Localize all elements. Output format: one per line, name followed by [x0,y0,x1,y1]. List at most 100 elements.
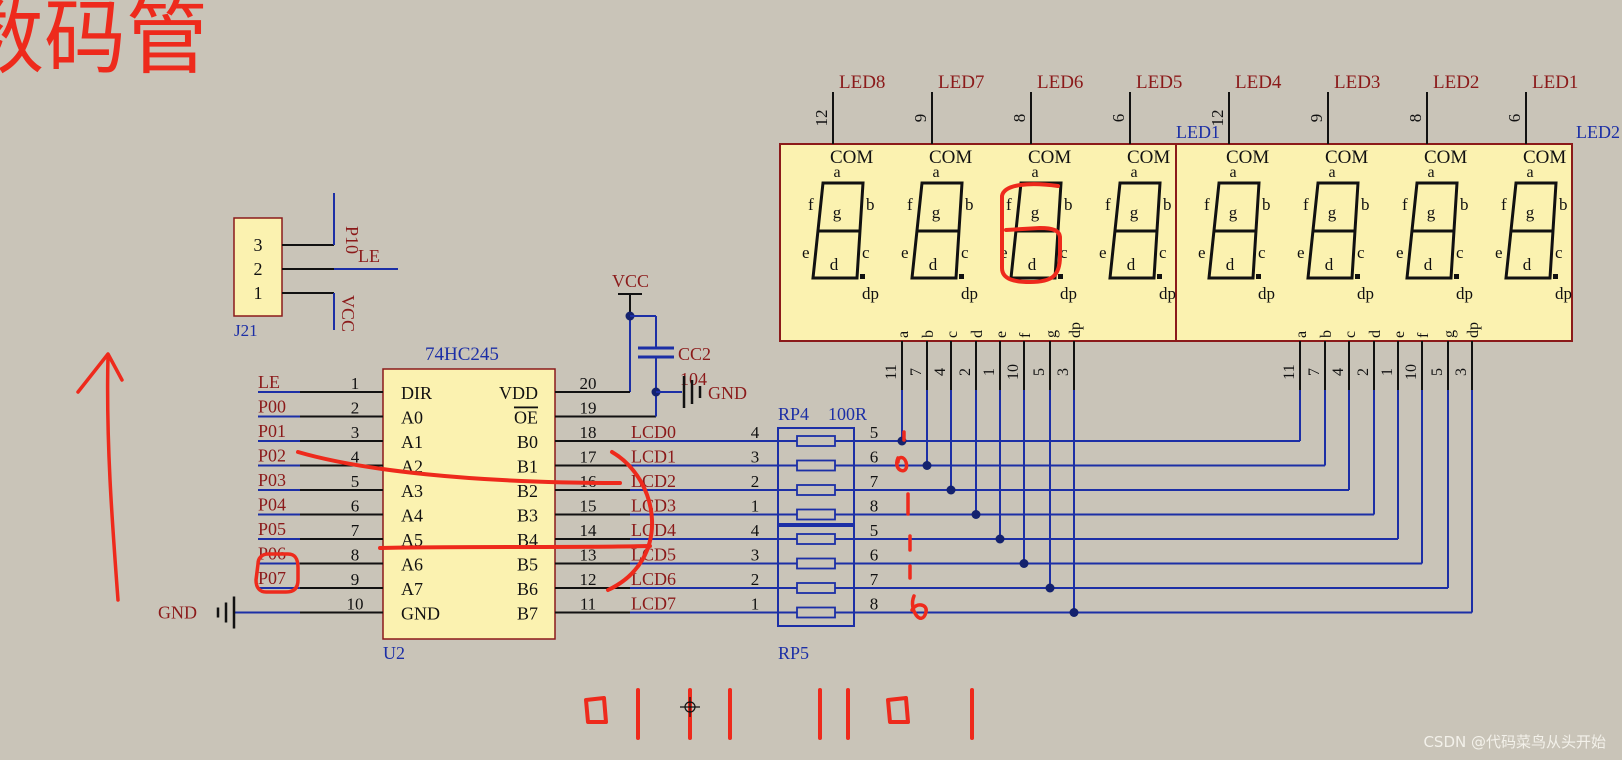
annotation-arrow-head [76,352,124,394]
dp-dot [1256,274,1261,279]
annotation-bit-zero [584,696,608,724]
rp4-value: 100R [828,404,867,424]
segment-label-dp: dp [862,284,879,303]
segment-label-c: c [862,243,870,262]
led-net-label: LED6 [1037,72,1083,93]
segment-label-c: c [1555,243,1563,262]
segment-label-a: a [1130,164,1137,181]
segment-junction [1019,559,1029,568]
lcd-net-label: LCD1 [631,447,676,467]
segment-pin-label: a [1293,331,1310,338]
segment-pin-number: 5 [1429,368,1446,376]
resistor-element [796,582,836,594]
segment-pin-number: 4 [932,368,949,376]
rp-right-pin-number: 6 [870,448,879,467]
u2-right-pin-name: B5 [517,555,538,575]
rp-left-pin-number: 1 [751,595,760,614]
segment-pin-label: b [1318,330,1335,338]
segment-label-dp: dp [1555,284,1572,303]
u2-right-pin-number: 14 [580,521,598,540]
segment-label-f: f [907,195,913,214]
annotation-mark [910,594,928,620]
segment-pin-number: 10 [1403,364,1420,380]
segment-label-b: b [1262,195,1271,214]
segment-label-dp: dp [961,284,978,303]
j21-net-vcc: VCC [338,295,358,332]
lcd-net-label: LCD7 [631,594,676,614]
segment-label-c: c [961,243,969,262]
segment-label-e: e [1396,243,1404,262]
segment-label-b: b [1361,195,1370,214]
gnd-label-u2: GND [158,603,197,623]
rp-right-pin-number: 7 [870,472,879,491]
segment-label-b: b [1163,195,1172,214]
u2-left-pin-name: A7 [401,579,423,599]
led-net-label: LED8 [839,72,885,93]
segment-label-e: e [1495,243,1503,262]
watermark: CSDN @代码菜鸟从头开始 [1423,733,1606,751]
u2-left-pin-number: 9 [351,570,360,589]
rp-left-pin-number: 4 [751,423,760,442]
segment-label-c: c [1357,243,1365,262]
segment-pin-number: 2 [1355,368,1372,376]
segment-label-c: c [1159,243,1167,262]
com-pin-number: 8 [1406,114,1425,123]
com-pin-number: 8 [1010,114,1029,123]
segment-label-g: g [1229,203,1238,222]
u2-left-net-label: P04 [258,495,286,515]
u2-left-net-label: P07 [258,568,286,588]
u2-left-pin-name: A1 [401,432,423,452]
u2-right-pin-number: 17 [580,448,598,467]
j21-net-le: LE [358,246,380,266]
segment-pin-number: 3 [1453,368,1470,376]
u2-left-pin-number: 8 [351,546,360,565]
segment-pin-label: a [895,331,912,338]
segment-pin-label: g [1441,330,1458,338]
u2-left-pin-name: A0 [401,408,423,428]
resistor-element [796,508,836,521]
led-net-label: LED7 [938,72,984,93]
segment-pin-number: 4 [1330,368,1347,376]
resistor-element [796,484,836,496]
segment-label-a: a [1427,164,1434,181]
segment-label-b: b [1559,195,1568,214]
dp-dot [959,274,964,279]
rp-left-pin-number: 3 [751,448,760,467]
u2-left-pin-name: DIR [401,383,432,403]
u2-right-pin-number: 11 [580,595,596,614]
segment-pin-label: dp [1067,322,1084,338]
segment-pin-label: f [1017,332,1034,338]
segment-label-a: a [932,164,939,181]
schematic-svg: 数码管321P10LEVCCJ2174HC245U2LE 1 DIRP00 2 A0P0… [0,0,1620,740]
u2-right-pin-name: B1 [517,457,538,477]
resistor-element [796,533,836,545]
j21-pin-number: 1 [254,283,263,303]
cap-ref: CC2 [678,344,711,364]
segment-label-dp: dp [1258,284,1275,303]
segment-pin-number: 7 [1306,368,1323,376]
segment-label-e: e [901,243,909,262]
segment-label-dp: dp [1159,284,1176,303]
u2-left-pin-number: 1 [351,374,360,393]
segment-junction [995,534,1005,544]
led-net-label: LED1 [1532,72,1578,93]
segment-label-d: d [1325,255,1334,274]
vcc-label: VCC [612,271,649,291]
u2-left-pin-name: A3 [401,481,423,501]
segment-pin-number: 3 [1055,368,1072,376]
rp5-body [777,525,855,627]
segment-label-d: d [830,255,839,274]
segment-pin-number: 1 [1379,368,1396,376]
com-pin-number: 9 [1307,114,1326,123]
segment-junction [971,510,981,519]
segment-label-e: e [802,243,810,262]
segment-label-b: b [965,195,974,214]
segment-pin-label: d [969,330,986,338]
u2-ref: U2 [383,643,405,663]
u2-left-pin-name: A4 [401,506,423,526]
u2-left-net-label: P01 [258,421,286,441]
segment-pin-label: c [1342,331,1359,338]
lcd-net-label: LCD6 [631,569,676,589]
segment-label-d: d [1424,255,1433,274]
rp-left-pin-number: 4 [751,521,760,540]
